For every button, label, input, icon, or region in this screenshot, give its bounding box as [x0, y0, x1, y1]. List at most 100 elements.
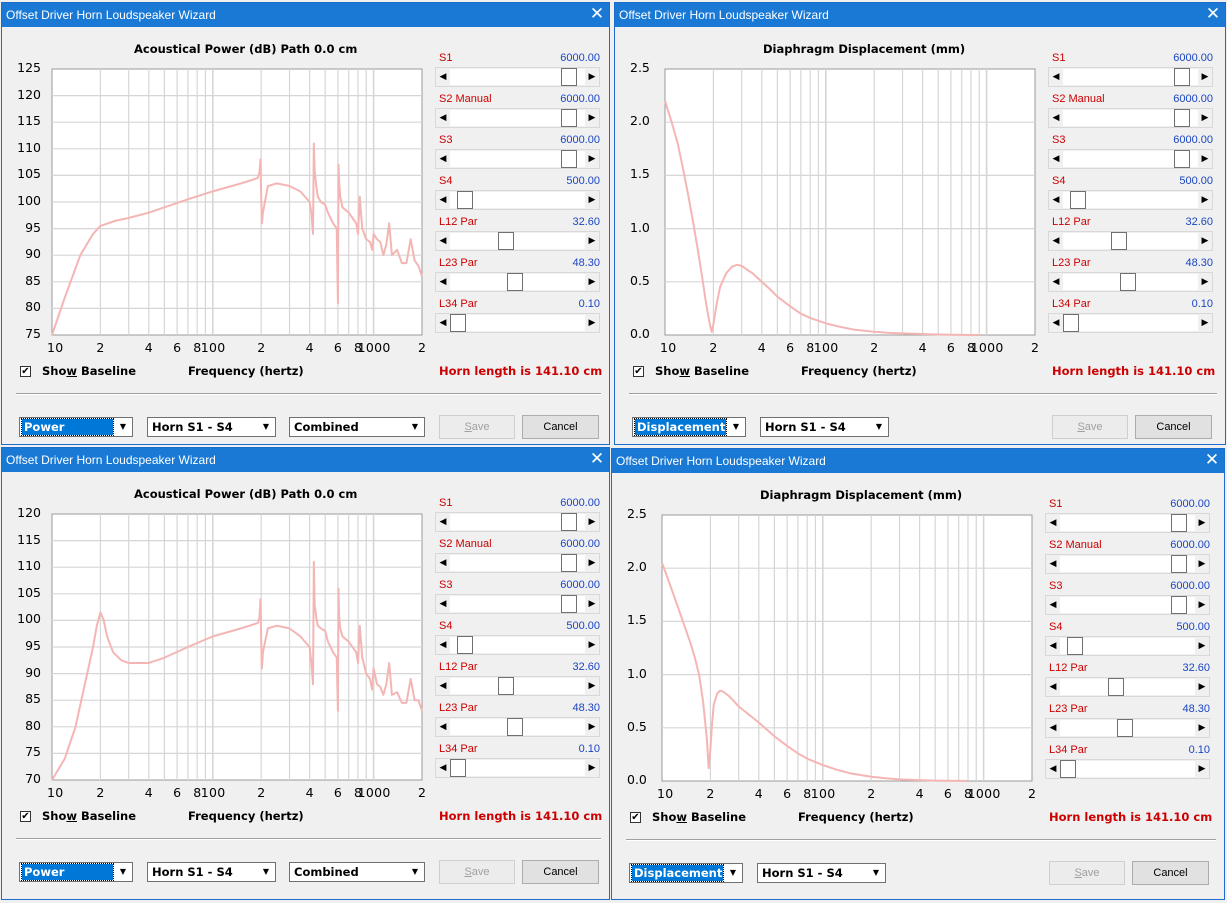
cancel-button[interactable]: Cancel: [1132, 861, 1209, 885]
parameter-slider[interactable]: ◀ ▶: [435, 108, 600, 128]
source-dropdown[interactable]: Horn S1 - S4 ▼: [760, 417, 889, 437]
arrow-right-icon[interactable]: ▶: [1199, 151, 1211, 167]
show-baseline-label[interactable]: Show Baseline: [655, 364, 749, 378]
arrow-right-icon[interactable]: ▶: [586, 151, 598, 167]
parameter-slider[interactable]: ◀ ▶: [1048, 67, 1213, 87]
arrow-right-icon[interactable]: ▶: [1199, 274, 1211, 290]
arrow-left-icon[interactable]: ◀: [1047, 597, 1059, 613]
parameter-slider[interactable]: ◀ ▶: [1048, 313, 1213, 333]
arrow-right-icon[interactable]: ▶: [1196, 638, 1208, 654]
parameter-slider[interactable]: ◀ ▶: [1045, 595, 1210, 615]
slider-thumb[interactable]: [1116, 719, 1133, 737]
slider-thumb[interactable]: [450, 314, 466, 332]
source-dropdown[interactable]: Horn S1 - S4 ▼: [147, 417, 276, 437]
slider-track[interactable]: [450, 760, 585, 776]
parameter-slider[interactable]: ◀ ▶: [435, 67, 600, 87]
parameter-slider[interactable]: ◀ ▶: [1048, 149, 1213, 169]
arrow-left-icon[interactable]: ◀: [1050, 192, 1062, 208]
slider-track[interactable]: [1060, 761, 1195, 777]
slider-thumb[interactable]: [1171, 555, 1188, 573]
chevron-down-icon[interactable]: ▼: [871, 419, 887, 435]
arrow-right-icon[interactable]: ▶: [586, 555, 598, 571]
arrow-left-icon[interactable]: ◀: [1047, 638, 1059, 654]
save-button[interactable]: Save: [439, 860, 515, 884]
arrow-right-icon[interactable]: ▶: [586, 192, 598, 208]
chevron-down-icon[interactable]: ▼: [725, 865, 741, 881]
parameter-slider[interactable]: ◀ ▶: [435, 190, 600, 210]
slider-thumb[interactable]: [1067, 637, 1084, 655]
arrow-left-icon[interactable]: ◀: [437, 192, 449, 208]
show-baseline-checkbox[interactable]: ✔: [630, 812, 641, 823]
parameter-slider[interactable]: ◀ ▶: [1045, 554, 1210, 574]
arrow-right-icon[interactable]: ▶: [1196, 679, 1208, 695]
arrow-left-icon[interactable]: ◀: [437, 110, 449, 126]
arrow-right-icon[interactable]: ▶: [586, 110, 598, 126]
arrow-right-icon[interactable]: ▶: [1196, 556, 1208, 572]
show-baseline-label[interactable]: Show Baseline: [42, 364, 136, 378]
slider-thumb[interactable]: [1174, 109, 1191, 127]
parameter-slider[interactable]: ◀ ▶: [435, 313, 600, 333]
close-icon[interactable]: ✕: [585, 3, 609, 27]
parameter-slider[interactable]: ◀ ▶: [1048, 190, 1213, 210]
show-baseline-label[interactable]: Show Baseline: [652, 810, 746, 824]
arrow-right-icon[interactable]: ▶: [586, 637, 598, 653]
slider-thumb[interactable]: [561, 150, 578, 168]
arrow-left-icon[interactable]: ◀: [1047, 761, 1059, 777]
slider-track[interactable]: [450, 233, 585, 249]
chevron-down-icon[interactable]: ▼: [258, 864, 274, 880]
arrow-left-icon[interactable]: ◀: [1047, 720, 1059, 736]
slider-thumb[interactable]: [1171, 596, 1188, 614]
chevron-down-icon[interactable]: ▼: [115, 419, 131, 435]
slider-thumb[interactable]: [1119, 273, 1136, 291]
view-dropdown[interactable]: Displacement ▼: [632, 417, 746, 437]
arrow-left-icon[interactable]: ◀: [437, 596, 449, 612]
arrow-right-icon[interactable]: ▶: [1196, 761, 1208, 777]
show-baseline-checkbox[interactable]: ✔: [20, 811, 31, 822]
slider-thumb[interactable]: [1174, 68, 1191, 86]
chevron-down-icon[interactable]: ▼: [868, 865, 884, 881]
parameter-slider[interactable]: ◀ ▶: [435, 594, 600, 614]
arrow-left-icon[interactable]: ◀: [437, 555, 449, 571]
mode-dropdown[interactable]: Combined ▼: [289, 862, 425, 882]
close-icon[interactable]: ✕: [585, 448, 609, 472]
title-bar[interactable]: Offset Driver Horn Loudspeaker Wizard ✕: [2, 448, 609, 472]
arrow-left-icon[interactable]: ◀: [1050, 274, 1062, 290]
slider-thumb[interactable]: [1063, 314, 1079, 332]
arrow-right-icon[interactable]: ▶: [586, 719, 598, 735]
arrow-right-icon[interactable]: ▶: [1199, 192, 1211, 208]
arrow-right-icon[interactable]: ▶: [1199, 110, 1211, 126]
parameter-slider[interactable]: ◀ ▶: [435, 635, 600, 655]
arrow-left-icon[interactable]: ◀: [437, 678, 449, 694]
slider-thumb[interactable]: [561, 513, 578, 531]
source-dropdown[interactable]: Horn S1 - S4 ▼: [147, 862, 276, 882]
title-bar[interactable]: Offset Driver Horn Loudspeaker Wizard ✕: [2, 3, 609, 27]
chevron-down-icon[interactable]: ▼: [115, 864, 131, 880]
parameter-slider[interactable]: ◀ ▶: [1045, 759, 1210, 779]
arrow-right-icon[interactable]: ▶: [1199, 69, 1211, 85]
source-dropdown[interactable]: Horn S1 - S4 ▼: [757, 863, 886, 883]
arrow-right-icon[interactable]: ▶: [586, 233, 598, 249]
arrow-left-icon[interactable]: ◀: [1050, 110, 1062, 126]
arrow-right-icon[interactable]: ▶: [586, 514, 598, 530]
arrow-left-icon[interactable]: ◀: [1050, 151, 1062, 167]
cancel-button[interactable]: Cancel: [522, 415, 599, 439]
slider-thumb[interactable]: [1174, 150, 1191, 168]
arrow-right-icon[interactable]: ▶: [586, 315, 598, 331]
show-baseline-checkbox[interactable]: ✔: [20, 366, 31, 377]
close-icon[interactable]: ✕: [1200, 449, 1224, 473]
arrow-right-icon[interactable]: ▶: [1196, 515, 1208, 531]
title-bar[interactable]: Offset Driver Horn Loudspeaker Wizard ✕: [615, 3, 1225, 27]
slider-thumb[interactable]: [1070, 191, 1087, 209]
parameter-slider[interactable]: ◀ ▶: [435, 512, 600, 532]
save-button[interactable]: Save: [1049, 861, 1125, 885]
parameter-slider[interactable]: ◀ ▶: [435, 231, 600, 251]
parameter-slider[interactable]: ◀ ▶: [435, 553, 600, 573]
arrow-left-icon[interactable]: ◀: [1047, 515, 1059, 531]
arrow-left-icon[interactable]: ◀: [1050, 233, 1062, 249]
parameter-slider[interactable]: ◀ ▶: [1048, 108, 1213, 128]
arrow-right-icon[interactable]: ▶: [586, 69, 598, 85]
slider-thumb[interactable]: [1171, 514, 1188, 532]
chevron-down-icon[interactable]: ▼: [407, 419, 423, 435]
slider-thumb[interactable]: [506, 718, 523, 736]
save-button[interactable]: Save: [1052, 415, 1128, 439]
